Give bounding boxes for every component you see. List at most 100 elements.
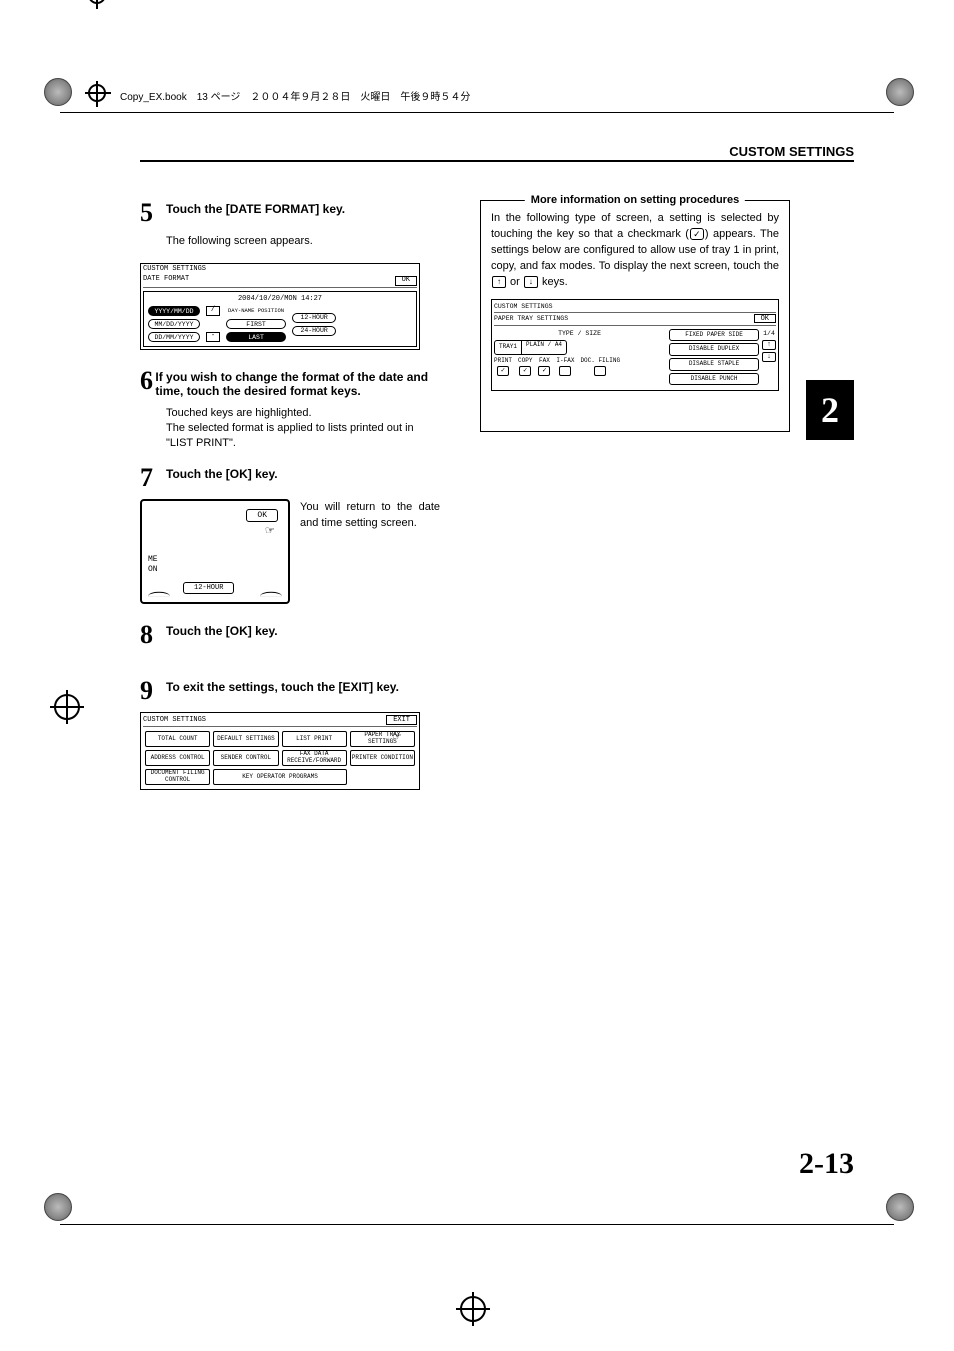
is-disable-staple[interactable]: DISABLE STAPLE: [669, 358, 759, 371]
s5-ok-button[interactable]: OK: [395, 276, 417, 286]
s9-exit-button[interactable]: EXIT: [386, 715, 417, 725]
info-box: More information on setting procedures I…: [480, 200, 790, 432]
s9-address-control[interactable]: ADDRESS CONTROL: [145, 750, 210, 766]
crop-mark-bl: [44, 1193, 72, 1221]
is-disable-punch[interactable]: DISABLE PUNCH: [669, 373, 759, 386]
crosshair-bc: [460, 1296, 486, 1322]
is-copy-label: COPY: [518, 357, 532, 366]
is-fax-label: FAX: [539, 357, 550, 366]
s7-12hour[interactable]: 12-HOUR: [183, 582, 234, 594]
s5-last[interactable]: LAST: [226, 332, 286, 342]
step-5-body: The following screen appears.: [166, 234, 440, 249]
header-rule: [140, 160, 854, 162]
is-down-arrow[interactable]: ↓: [762, 352, 776, 362]
s5-sep-slash[interactable]: /: [206, 306, 220, 316]
s9-header: CUSTOM SETTINGS: [143, 716, 206, 724]
s9-total-count[interactable]: TOTAL COUNT: [145, 731, 210, 747]
s7-on: ON: [148, 565, 158, 574]
is-copy-check[interactable]: ✓: [519, 366, 531, 376]
s5-24hour[interactable]: 24-HOUR: [292, 326, 336, 336]
is-print-label: PRINT: [494, 357, 512, 366]
is-ok-button[interactable]: OK: [754, 314, 776, 323]
info-legend: More information on setting procedures: [525, 193, 745, 209]
page-number: 2-13: [799, 1147, 854, 1181]
s9-fax-data[interactable]: FAX DATA RECEIVE/FORWARD: [282, 750, 347, 766]
s9-sender-control[interactable]: SENDER CONTROL: [213, 750, 278, 766]
source-file-bar: Copy_EX.book 13 ページ ２００４年９月２８日 火曜日 午後９時５…: [110, 88, 894, 103]
step-7-number: 7: [140, 465, 166, 491]
left-column: 5 Touch the [DATE FORMAT] key. The follo…: [140, 200, 440, 790]
right-column: More information on setting procedures I…: [480, 200, 790, 790]
s5-header: CUSTOM SETTINGS: [143, 266, 417, 274]
step-8-number: 8: [140, 622, 166, 648]
crosshair-ml: [54, 694, 80, 720]
top-rule: [60, 112, 894, 113]
crop-mark-tl: [44, 78, 72, 106]
section-header: CUSTOM SETTINGS: [729, 144, 854, 159]
is-ifax-label: I-FAX: [556, 357, 574, 366]
step-6-body: Touched keys are highlighted. The select…: [166, 406, 440, 451]
step-8: 8 Touch the [OK] key.: [140, 622, 440, 648]
is-tray1: TRAY1: [495, 341, 522, 354]
checkmark-icon: ✓: [690, 228, 704, 240]
paper-tray-screen: CUSTOM SETTINGS PAPER TRAY SETTINGS OK T…: [491, 299, 779, 392]
s7-ok-button[interactable]: OK: [246, 509, 278, 522]
s5-dayname-label: DAY-NAME POSITION: [226, 306, 286, 316]
is-up-arrow[interactable]: ↑: [762, 340, 776, 350]
step-9: 9 To exit the settings, touch the [EXIT]…: [140, 678, 440, 704]
step-6-title: If you wish to change the format of the …: [155, 368, 440, 398]
is-ifax-check[interactable]: [559, 366, 571, 376]
is-plain: PLAIN / A4: [522, 341, 566, 354]
date-format-screen: CUSTOM SETTINGS DATE FORMAT OK 2004/10/2…: [140, 263, 420, 350]
s5-12hour[interactable]: 12-HOUR: [292, 313, 336, 323]
s5-fmt-ddmmyyyy[interactable]: DD/MM/YYYY: [148, 332, 200, 342]
s9-default-settings[interactable]: DEFAULT SETTINGS: [213, 731, 278, 747]
step-6-number: 6: [140, 368, 155, 398]
step-5-title: Touch the [DATE FORMAT] key.: [166, 200, 345, 226]
is-type-size: TYPE / SIZE: [494, 329, 665, 338]
info-text-or: or: [507, 276, 523, 288]
is-tray1-row[interactable]: TRAY1 PLAIN / A4: [494, 340, 567, 355]
info-text-c: keys.: [539, 276, 568, 288]
s5-timestamp: 2004/10/20/MON 14:27: [148, 296, 412, 304]
s5-fmt-yyyymmdd[interactable]: YYYY/MM/DD: [148, 306, 200, 316]
cut-edge-right: [260, 591, 282, 596]
step-9-title: To exit the settings, touch the [EXIT] k…: [166, 678, 399, 704]
s9-doc-filing[interactable]: DOCUMENT FILING CONTROL: [145, 769, 210, 785]
is-disable-duplex[interactable]: DISABLE DUPLEX: [669, 343, 759, 356]
crosshair-tl: [88, 84, 106, 102]
step-6: 6 If you wish to change the format of th…: [140, 368, 440, 398]
crop-mark-br: [886, 1193, 914, 1221]
step-7: 7 Touch the [OK] key.: [140, 465, 440, 491]
bottom-rule: [60, 1224, 894, 1225]
down-arrow-icon: ↓: [524, 276, 538, 288]
is-docfiling-label: DOC. FILING: [580, 357, 620, 366]
s5-first[interactable]: FIRST: [226, 319, 286, 329]
step-6-body-1: Touched keys are highlighted.: [166, 406, 440, 421]
info-paragraph: In the following type of screen, a setti…: [491, 211, 779, 291]
s9-paper-tray[interactable]: PAPER TRAY SETTINGS: [350, 731, 415, 747]
step-5-number: 5: [140, 200, 166, 226]
s7-me: ME: [148, 555, 158, 564]
is-docfiling-check[interactable]: [594, 366, 606, 376]
step-6-body-2: The selected format is applied to lists …: [166, 421, 440, 451]
s5-sep-dash[interactable]: -: [206, 332, 220, 342]
s5-sub: DATE FORMAT: [143, 276, 189, 286]
finger-icon: ☞: [393, 729, 401, 746]
s9-list-print[interactable]: LIST PRINT: [282, 731, 347, 747]
crosshair-bl: [88, 0, 106, 4]
source-file-text: Copy_EX.book 13 ページ ２００４年９月２８日 火曜日 午後９時５…: [120, 88, 470, 103]
step-8-title: Touch the [OK] key.: [166, 622, 278, 648]
step-7-title: Touch the [OK] key.: [166, 465, 278, 491]
cut-edge-left: [148, 591, 170, 596]
s9-printer-condition[interactable]: PRINTER CONDITION: [350, 750, 415, 766]
is-page-indicator: 1/4: [763, 329, 775, 338]
is-print-check[interactable]: ✓: [497, 366, 509, 376]
step-5: 5 Touch the [DATE FORMAT] key.: [140, 200, 440, 226]
is-fax-check[interactable]: ✓: [538, 366, 550, 376]
custom-settings-screen: CUSTOM SETTINGS EXIT ☞ TOTAL COUNT DEFAU…: [140, 712, 420, 790]
s5-fmt-mmddyyyy[interactable]: MM/DD/YYYY: [148, 319, 200, 329]
is-fixed-paper[interactable]: FIXED PAPER SIDE: [669, 329, 759, 342]
is-header: CUSTOM SETTINGS: [494, 302, 776, 313]
s9-key-operator[interactable]: KEY OPERATOR PROGRAMS: [213, 769, 347, 785]
